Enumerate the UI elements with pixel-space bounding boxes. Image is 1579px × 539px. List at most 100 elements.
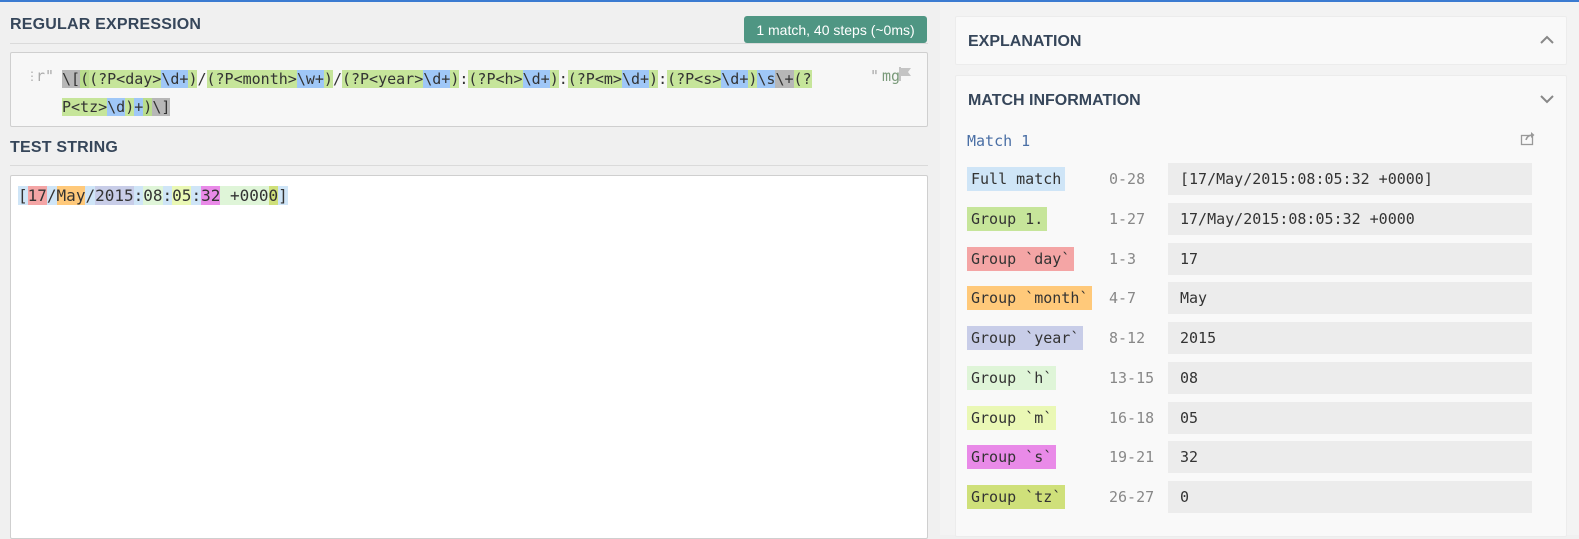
match-group-row: Group `h` 13-15 08: [967, 362, 1543, 394]
left-panel: REGULAR EXPRESSION 1 match, 40 steps (~0…: [0, 2, 940, 539]
test-string-segment: 05: [172, 186, 192, 205]
group-name: Group `month`: [967, 286, 1093, 310]
group-range: 13-15: [1109, 369, 1155, 387]
group-name: Group `h`: [967, 366, 1057, 390]
match-group-row: Group `s` 19-21 32: [967, 441, 1543, 473]
test-string-segment: ]: [278, 186, 288, 205]
group-range: 26-27: [1109, 488, 1155, 506]
test-string-segment: /: [46, 186, 57, 205]
regex-token: ): [323, 70, 333, 88]
regex-token: :: [558, 70, 568, 88]
match-label: Match 1: [967, 132, 1031, 150]
divider: [10, 165, 928, 166]
regex-token: \d+: [522, 70, 550, 88]
share-icon[interactable]: [1520, 130, 1536, 146]
regex-token: (?P<year>: [341, 70, 424, 88]
group-value[interactable]: 08: [1168, 362, 1532, 394]
test-string-editor[interactable]: [17/May/2015:08:05:32 +0000]: [10, 175, 928, 539]
match-steps-badge: 1 match, 40 steps (~0ms): [744, 16, 927, 43]
regex-token: \d+: [423, 70, 451, 88]
group-range: 16-18: [1109, 409, 1155, 427]
regex-token: \s: [757, 70, 776, 88]
regex-token: ): [125, 98, 135, 116]
match-group-row: Full match 0-28 [17/May/2015:08:05:32 +000…: [967, 163, 1543, 195]
regex-token: ): [649, 70, 659, 88]
test-string-segment: 32: [201, 186, 221, 205]
flag-icon[interactable]: [896, 65, 914, 83]
regex-token: \d+: [621, 70, 650, 88]
test-string-segment: May: [56, 186, 86, 205]
regex-token: (?P<month>: [206, 70, 297, 88]
group-value[interactable]: 05: [1168, 402, 1532, 434]
test-string-segment: 0: [268, 186, 279, 205]
regex-open-delimiter: r": [36, 67, 55, 85]
group-range: 0-28: [1109, 170, 1146, 188]
test-string-segment: :: [133, 186, 144, 205]
regex-token: \+: [775, 70, 794, 88]
divider: [10, 43, 928, 44]
group-name: Group `m`: [967, 406, 1057, 430]
regex-token: :: [658, 70, 668, 88]
group-range: 1-3: [1109, 250, 1137, 268]
regex-token: ): [143, 98, 153, 116]
test-string-section-title: TEST STRING: [10, 139, 118, 156]
group-range: 19-21: [1109, 448, 1155, 466]
explanation-panel[interactable]: EXPLANATION: [955, 16, 1567, 65]
regex-token: (: [80, 70, 90, 88]
regex-token: (?P<h>: [468, 70, 523, 88]
regex-token: \d: [107, 98, 126, 116]
test-string-segment: 08: [143, 186, 163, 205]
match-information-title: MATCH INFORMATION: [968, 92, 1141, 109]
group-value[interactable]: 17/May/2015:08:05:32 +0000: [1168, 203, 1532, 235]
regex-token: \d+: [721, 70, 749, 88]
regex-token: \]: [152, 98, 171, 116]
test-string-segment: +000: [220, 186, 269, 205]
test-string-segment: 2015: [95, 186, 134, 205]
group-name: Group `day`: [967, 247, 1075, 271]
match-group-row: Group `day` 1-3 17: [967, 243, 1543, 275]
regex-close-delimiter: ": [870, 67, 880, 85]
test-string-segment: [: [18, 186, 28, 205]
group-value[interactable]: 17: [1168, 243, 1532, 275]
regex-input[interactable]: \[((?P<day>\d+)/(?P<month>\w+)/(?P<year>…: [62, 65, 812, 121]
regex-token: (?P<s>: [667, 70, 722, 88]
regex-section-title: REGULAR EXPRESSION: [10, 16, 202, 33]
group-value[interactable]: May: [1168, 282, 1532, 314]
group-value[interactable]: 32: [1168, 441, 1532, 473]
chevron-up-icon[interactable]: [1540, 35, 1554, 45]
group-name: Group `year`: [967, 326, 1084, 350]
group-name: Full match: [967, 167, 1066, 191]
match-group-row: Group 1. 1-27 17/May/2015:08:05:32 +0000: [967, 203, 1543, 235]
test-string-segment: :: [162, 186, 173, 205]
regex-token: \w+: [296, 70, 324, 88]
explanation-title: EXPLANATION: [968, 33, 1082, 50]
group-range: 8-12: [1109, 329, 1146, 347]
regex-editor[interactable]: ⋮ r" \[((?P<day>\d+)/(?P<month>\w+)/(?P<…: [10, 52, 928, 127]
regex-token: +: [134, 98, 144, 116]
regex-token: \[: [62, 70, 81, 88]
group-name: Group 1.: [967, 207, 1048, 231]
match-group-row: Group `m` 16-18 05: [967, 402, 1543, 434]
group-name: Group `s`: [967, 445, 1057, 469]
group-range: 4-7: [1109, 289, 1137, 307]
regex-token: (?P<day>: [89, 70, 162, 88]
test-string-segment: /: [85, 186, 96, 205]
regex-token: /: [332, 70, 342, 88]
group-value[interactable]: [17/May/2015:08:05:32 +0000]: [1168, 163, 1532, 195]
regex-token: ): [549, 70, 559, 88]
right-panel: EXPLANATION MATCH INFORMATION Match 1 Fu…: [940, 2, 1579, 537]
chevron-down-icon[interactable]: [1540, 94, 1554, 104]
group-name: Group `tz`: [967, 485, 1066, 509]
match-group-row: Group `month` 4-7 May: [967, 282, 1543, 314]
test-string-segment: 17: [27, 186, 47, 205]
regex-token: \d+: [161, 70, 189, 88]
regex-token: /: [197, 70, 207, 88]
group-range: 1-27: [1109, 210, 1146, 228]
test-string-text[interactable]: [17/May/2015:08:05:32 +0000]: [18, 184, 288, 208]
group-value[interactable]: 0: [1168, 481, 1532, 513]
regex-token: (?P<m>: [567, 70, 622, 88]
match-group-row: Group `year` 8-12 2015: [967, 322, 1543, 354]
test-string-segment: :: [191, 186, 202, 205]
match-group-row: Group `tz` 26-27 0: [967, 481, 1543, 513]
group-value[interactable]: 2015: [1168, 322, 1532, 354]
